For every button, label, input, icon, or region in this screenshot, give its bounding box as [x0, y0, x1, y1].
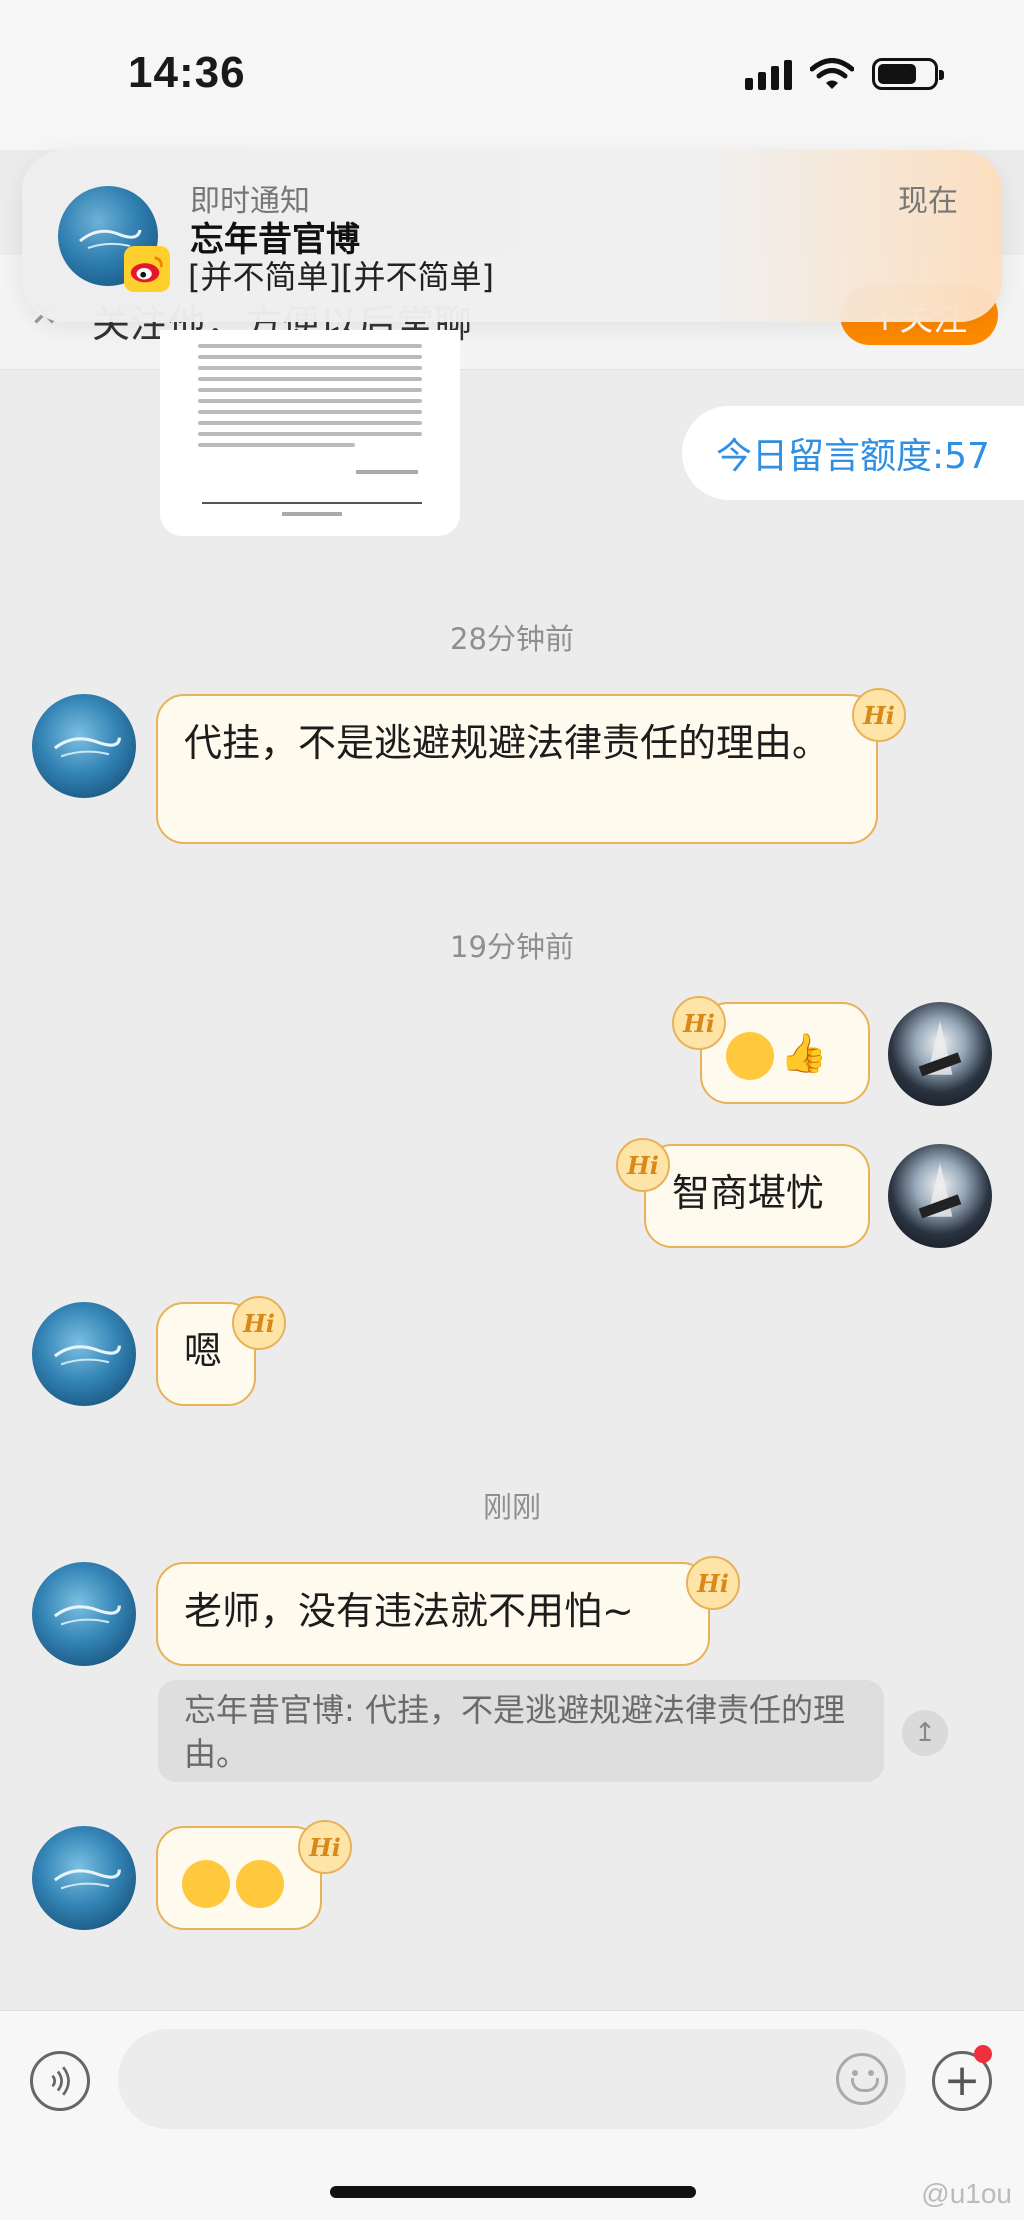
time-divider: 28分钟前	[450, 622, 574, 656]
voice-input-button[interactable]	[30, 2051, 90, 2111]
notification-dot	[974, 2045, 992, 2063]
shared-image[interactable]	[160, 330, 460, 536]
battery-icon	[872, 58, 944, 90]
avatar[interactable]	[888, 1002, 992, 1106]
notification-banner[interactable]: 即时通知 忘年昔官博 [并不简单][并不简单] 现在	[22, 150, 1002, 322]
time-divider: 刚刚	[482, 1490, 541, 1524]
time-divider: 19分钟前	[450, 930, 574, 964]
cellular-signal-icon	[745, 58, 792, 90]
document-preview	[198, 344, 422, 454]
status-bar: 14:36	[0, 0, 1024, 150]
avatar[interactable]	[32, 694, 136, 798]
voice-icon	[51, 2066, 70, 2096]
shocked-glasses-emoji	[236, 1859, 284, 1908]
crying-laughing-emoji	[726, 1031, 774, 1080]
hi-badge: Hi	[672, 996, 726, 1050]
message-input[interactable]	[118, 2029, 906, 2129]
notification-message: [并不简单][并不简单]	[188, 258, 494, 296]
hi-badge: Hi	[686, 1556, 740, 1610]
notification-time: 现在	[898, 184, 958, 219]
avatar[interactable]	[888, 1144, 992, 1248]
quoted-message[interactable]: 忘年昔官博: 代挂，不是逃避规避法律责任的理由。	[158, 1680, 884, 1782]
hi-badge: Hi	[298, 1820, 352, 1874]
message-bubble[interactable]: 代挂，不是逃避规避法律责任的理由。	[156, 694, 878, 844]
message-quota-badge: 今日留言额度:57	[682, 406, 1024, 500]
thumbs-up-icon: 👍	[780, 1031, 828, 1075]
avatar[interactable]	[32, 1302, 136, 1406]
status-icons	[745, 58, 944, 90]
document-footer	[282, 512, 342, 516]
hi-badge: Hi	[616, 1138, 670, 1192]
shocked-glasses-emoji	[182, 1859, 230, 1908]
message-bubble[interactable]: 智商堪忧	[644, 1144, 870, 1248]
wifi-icon	[810, 58, 854, 89]
home-indicator	[330, 2186, 696, 2198]
weibo-app-icon	[124, 246, 170, 292]
message-bubble[interactable]	[156, 1826, 322, 1930]
hi-badge: Hi	[852, 688, 906, 742]
document-rule	[202, 502, 422, 504]
message-bubble[interactable]: 老师，没有违法就不用怕~	[156, 1562, 710, 1666]
avatar[interactable]	[32, 1562, 136, 1666]
jump-to-quote-icon[interactable]: ↥	[902, 1710, 948, 1756]
watermark: @u1ou	[921, 2178, 1012, 2209]
emoji-button[interactable]	[836, 2053, 888, 2105]
avatar[interactable]	[32, 1826, 136, 1930]
status-time: 14:36	[128, 48, 246, 97]
hi-badge: Hi	[232, 1296, 286, 1350]
document-signature	[356, 470, 418, 474]
